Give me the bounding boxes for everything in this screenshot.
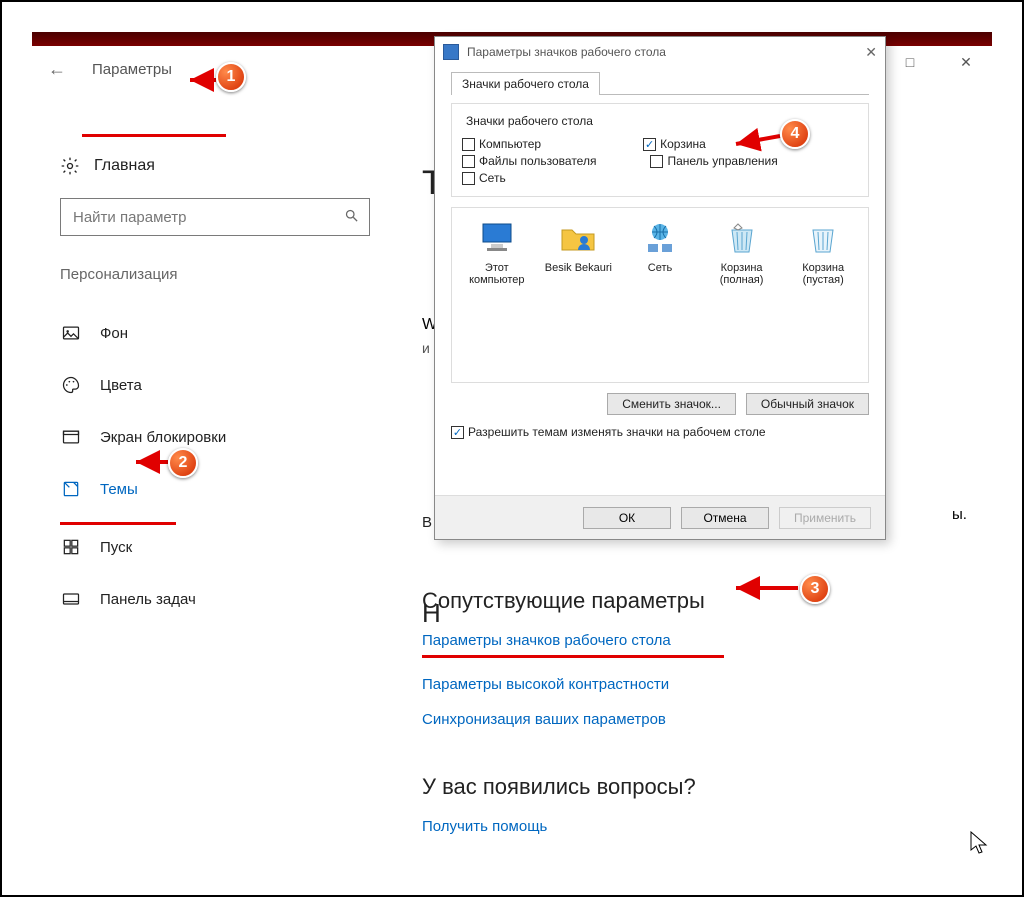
taskbar-icon bbox=[60, 588, 82, 610]
link-high-contrast[interactable]: Параметры высокой контрастности bbox=[422, 676, 724, 693]
preview-this-pc[interactable]: Этот компьютер bbox=[458, 218, 536, 286]
close-icon[interactable]: ✕ bbox=[865, 44, 877, 61]
nav-start[interactable]: Пуск bbox=[60, 521, 370, 573]
preview-network[interactable]: Сеть bbox=[621, 218, 699, 274]
link-help[interactable]: Получить помощь bbox=[422, 818, 724, 835]
question-heading: У вас появились вопросы? bbox=[422, 774, 724, 800]
bin-empty-icon bbox=[803, 218, 843, 258]
related-heading: Сопутствующие параметры bbox=[422, 588, 724, 614]
cursor-icon bbox=[970, 831, 988, 861]
start-icon bbox=[60, 536, 82, 558]
search-icon bbox=[344, 208, 359, 227]
cancel-button[interactable]: Отмена bbox=[681, 507, 769, 529]
nav-label: Фон bbox=[100, 325, 128, 342]
home-label: Главная bbox=[94, 157, 155, 175]
category-label: Персонализация bbox=[60, 266, 370, 283]
change-icon-button[interactable]: Сменить значок... bbox=[607, 393, 736, 415]
nav-background[interactable]: Фон bbox=[60, 307, 370, 359]
apply-button: Применить bbox=[779, 507, 871, 529]
arrow-2 bbox=[132, 452, 172, 477]
arrow-4 bbox=[732, 130, 784, 155]
chk-network[interactable]: Сеть bbox=[462, 171, 506, 185]
nav-label: Пуск bbox=[100, 539, 132, 556]
arrow-1 bbox=[186, 70, 220, 95]
home-nav[interactable]: Главная bbox=[60, 156, 370, 176]
themes-icon bbox=[60, 478, 82, 500]
desktop-icons-dialog: Параметры значков рабочего стола ✕ Значк… bbox=[434, 36, 886, 540]
picture-icon bbox=[60, 322, 82, 344]
badge-4: 4 bbox=[780, 119, 810, 149]
fragment-tail: ы. bbox=[952, 506, 967, 523]
settings-title: Параметры bbox=[92, 61, 172, 78]
fieldset-title: Значки рабочего стола bbox=[462, 114, 597, 128]
arrow-3 bbox=[732, 578, 802, 603]
close-button[interactable]: ✕ bbox=[948, 54, 984, 71]
icon-preview[interactable]: Этот компьютер Besik Bekauri Сеть Корзин… bbox=[451, 207, 869, 383]
chk-control-panel[interactable]: Панель управления bbox=[650, 154, 777, 168]
lockscreen-icon bbox=[60, 426, 82, 448]
chk-recycle[interactable]: ✓Корзина bbox=[643, 137, 706, 151]
gear-icon bbox=[60, 156, 80, 176]
dialog-title: Параметры значков рабочего стола bbox=[467, 45, 666, 59]
tab-desktop-icons[interactable]: Значки рабочего стола bbox=[451, 72, 600, 95]
chk-computer[interactable]: Компьютер bbox=[462, 137, 541, 151]
folder-user-icon bbox=[558, 218, 598, 258]
preview-user[interactable]: Besik Bekauri bbox=[540, 218, 618, 274]
icons-fieldset: Значки рабочего стола Компьютер ✓Корзина… bbox=[451, 103, 869, 197]
monitor-icon bbox=[477, 218, 517, 258]
badge-2: 2 bbox=[168, 448, 198, 478]
nav-colors[interactable]: Цвета bbox=[60, 359, 370, 411]
link-sync[interactable]: Синхронизация ваших параметров bbox=[422, 711, 724, 728]
palette-icon bbox=[60, 374, 82, 396]
back-button[interactable]: ← bbox=[48, 59, 68, 80]
nav-label: Панель задач bbox=[100, 591, 196, 608]
settings-sidebar: Главная Персонализация Фон Цвета Экран б… bbox=[60, 156, 370, 625]
system-icon bbox=[443, 44, 459, 60]
link-desktop-icons[interactable]: Параметры значков рабочего стола bbox=[422, 632, 724, 649]
chk-user-files[interactable]: Файлы пользователя bbox=[462, 154, 596, 168]
search-box[interactable] bbox=[60, 198, 370, 236]
ok-button[interactable]: ОК bbox=[583, 507, 671, 529]
preview-bin-full[interactable]: Корзина (полная) bbox=[703, 218, 781, 286]
fragment-b: В bbox=[422, 514, 432, 531]
fragment-i: и bbox=[422, 340, 430, 356]
search-input[interactable] bbox=[71, 208, 344, 227]
network-icon bbox=[640, 218, 680, 258]
preview-bin-empty[interactable]: Корзина (пустая) bbox=[784, 218, 862, 286]
nav-label: Цвета bbox=[100, 377, 142, 394]
badge-3: 3 bbox=[800, 574, 830, 604]
nav-taskbar[interactable]: Панель задач bbox=[60, 573, 370, 625]
nav-label: Темы bbox=[100, 481, 138, 498]
nav-label: Экран блокировки bbox=[100, 429, 226, 446]
bin-full-icon bbox=[722, 218, 762, 258]
default-icon-button[interactable]: Обычный значок bbox=[746, 393, 869, 415]
maximize-button[interactable]: □ bbox=[892, 54, 928, 71]
nav-lockscreen[interactable]: Экран блокировки bbox=[60, 411, 370, 463]
chk-allow-themes[interactable]: ✓ Разрешить темам изменять значки на раб… bbox=[451, 425, 869, 439]
nav-themes[interactable]: Темы bbox=[60, 463, 370, 515]
badge-1: 1 bbox=[216, 62, 246, 92]
